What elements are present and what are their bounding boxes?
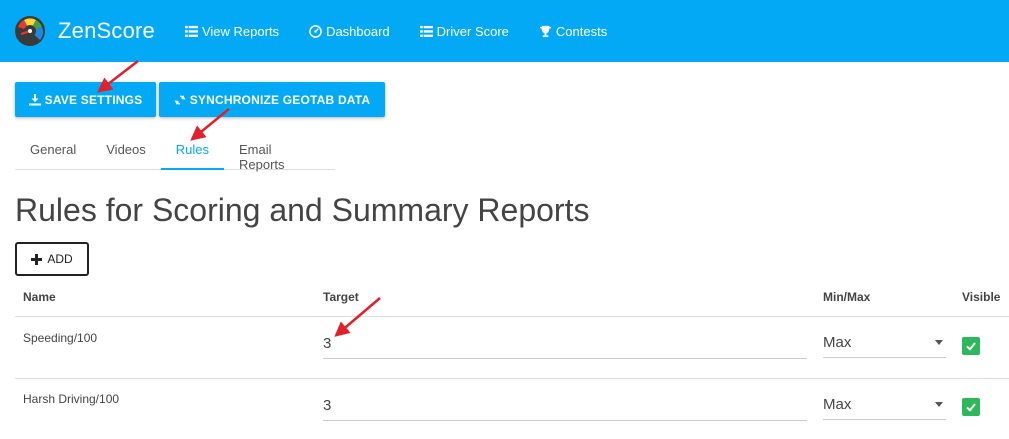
- tab-rules[interactable]: Rules: [160, 128, 225, 170]
- synchronize-geotab-button[interactable]: SYNCHRONIZE GEOTAB DATA: [159, 82, 385, 117]
- nav-contests[interactable]: Contests: [539, 24, 607, 39]
- minmax-value: Max: [823, 334, 852, 351]
- minmax-value: Max: [823, 396, 852, 413]
- nav-dashboard-label: Dashboard: [326, 23, 390, 39]
- list-icon: [419, 25, 433, 37]
- brand[interactable]: ZenScore: [14, 15, 155, 47]
- nav-menu: View Reports Dashboard Driver Score Cont…: [184, 23, 637, 39]
- nav-driver-score-label: Driver Score: [436, 23, 509, 39]
- synchronize-geotab-label: SYNCHRONIZE GEOTAB DATA: [189, 92, 371, 107]
- zenscore-logo-icon: [15, 16, 45, 46]
- visible-checkbox[interactable]: [962, 398, 980, 416]
- caret-down-icon: [935, 402, 943, 407]
- check-icon: [966, 403, 976, 412]
- nav-view-reports-label: View Reports: [201, 23, 280, 39]
- minmax-select[interactable]: Max: [823, 390, 946, 420]
- nav-view-reports[interactable]: View Reports: [184, 23, 280, 39]
- row-divider: [15, 378, 1009, 379]
- refresh-icon: [174, 94, 186, 105]
- target-input[interactable]: [323, 391, 807, 421]
- nav-dashboard[interactable]: Dashboard: [309, 24, 390, 39]
- list-icon: [184, 25, 198, 37]
- page-title: Rules for Scoring and Summary Reports: [15, 192, 590, 228]
- column-header-minmax: Min/Max: [823, 290, 871, 304]
- target-input[interactable]: [323, 329, 807, 359]
- add-rule-label: ADD: [47, 252, 73, 266]
- save-settings-button[interactable]: SAVE SETTINGS: [15, 82, 156, 117]
- download-icon: [28, 93, 41, 105]
- column-header-target: Target: [323, 290, 359, 304]
- caret-down-icon: [935, 340, 943, 345]
- visible-checkbox[interactable]: [962, 337, 980, 355]
- tab-email-reports[interactable]: Email Reports: [224, 128, 335, 172]
- tab-videos[interactable]: Videos: [91, 128, 161, 170]
- minmax-select[interactable]: Max: [823, 328, 946, 358]
- add-rule-button[interactable]: ADD: [15, 242, 89, 276]
- top-navbar: ZenScore View Reports Dashboard Driver S…: [0, 0, 1009, 62]
- settings-tabs: General Videos Rules Email Reports: [15, 128, 335, 172]
- rule-name: Harsh Driving/100: [23, 392, 120, 406]
- table-header-divider: [15, 316, 1009, 317]
- tab-general[interactable]: General: [15, 128, 91, 170]
- trophy-icon: [539, 25, 551, 37]
- column-header-visible: Visible: [962, 290, 1001, 304]
- check-icon: [966, 342, 976, 351]
- dashboard-icon: [309, 24, 322, 38]
- plus-icon: [31, 253, 43, 265]
- rule-name: Speeding/100: [23, 331, 98, 345]
- save-settings-label: SAVE SETTINGS: [44, 92, 143, 107]
- nav-driver-score[interactable]: Driver Score: [419, 23, 509, 39]
- nav-contests-label: Contests: [555, 23, 608, 39]
- app-name: ZenScore: [58, 18, 155, 43]
- column-header-name: Name: [23, 290, 56, 304]
